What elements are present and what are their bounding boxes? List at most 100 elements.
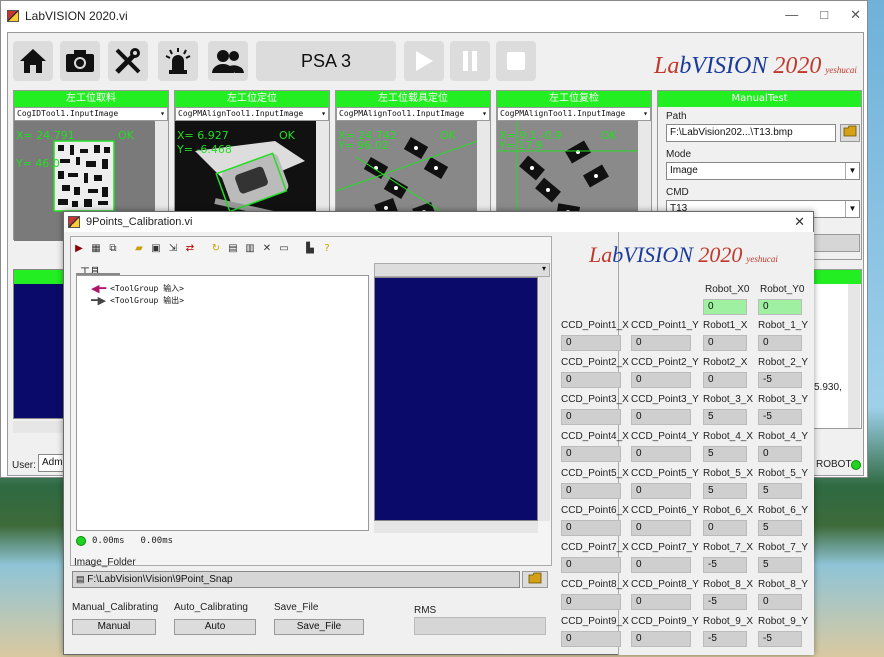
ccd-y-field[interactable]: 0: [631, 409, 691, 425]
robot-x-field[interactable]: -5: [703, 631, 747, 647]
robot-x0-field[interactable]: 0: [703, 299, 747, 315]
overlay-ok: OK: [601, 129, 617, 142]
alarm-button[interactable]: [158, 41, 198, 81]
ccd-x-field[interactable]: 0: [561, 483, 621, 499]
save-file-label: Save_File: [274, 602, 319, 613]
image-source-select[interactable]: CogPMAlignTool1.InputImage: [336, 107, 490, 121]
ccd-y-field[interactable]: 0: [631, 594, 691, 610]
pause-button[interactable]: [450, 41, 490, 81]
run-button[interactable]: [404, 41, 444, 81]
copy-icon[interactable]: ⧉: [106, 242, 120, 256]
ccd-y-field[interactable]: 0: [631, 557, 691, 573]
robot-y-field[interactable]: -5: [758, 372, 802, 388]
tools-button[interactable]: [108, 41, 148, 81]
image-source-select[interactable]: CogPMAlignTool1.InputImage: [497, 107, 651, 121]
ccd-y-field[interactable]: 0: [631, 631, 691, 647]
grid-icon[interactable]: ▦: [89, 242, 103, 256]
ccd-y-field[interactable]: 0: [631, 372, 691, 388]
ccd-x-label: CCD_Point8_X: [561, 579, 629, 590]
dialog-close-button[interactable]: ✕: [794, 214, 805, 230]
path-field[interactable]: F:\LabVision202...\T13.bmp: [666, 124, 836, 142]
logo-author: yeshucai: [746, 254, 778, 264]
display-icon[interactable]: ▥: [243, 242, 257, 256]
robot-x-field[interactable]: 0: [703, 372, 747, 388]
ccd-x-field[interactable]: 0: [561, 631, 621, 647]
robot-x-field[interactable]: 5: [703, 446, 747, 462]
image-display[interactable]: [374, 277, 538, 521]
camera-button[interactable]: [60, 41, 100, 81]
ccd-x-field[interactable]: 0: [561, 557, 621, 573]
mode-select[interactable]: Image ▼: [666, 162, 860, 180]
home-button[interactable]: [13, 41, 53, 81]
ccd-x-field[interactable]: 0: [561, 520, 621, 536]
wrench-icon[interactable]: ✕: [260, 242, 274, 256]
robot-x-field[interactable]: 5: [703, 483, 747, 499]
terminal-icon[interactable]: ▭: [277, 242, 291, 256]
ccd-x-label: CCD_Point3_X: [561, 394, 629, 405]
robot-x-field[interactable]: -5: [703, 557, 747, 573]
ccd-x-field[interactable]: 0: [561, 335, 621, 351]
image-source-select[interactable]: CogIDTool1.InputImage: [14, 107, 168, 121]
robot-y-field[interactable]: 5: [758, 557, 802, 573]
maximize-button[interactable]: □: [820, 7, 828, 23]
robot-y-field[interactable]: 5: [758, 520, 802, 536]
ccd-y-field[interactable]: 0: [631, 520, 691, 536]
robot-x-field[interactable]: 0: [703, 335, 747, 351]
stop-button[interactable]: [496, 41, 536, 81]
main-titlebar: LabVISION 2020.vi — □ ✕: [1, 1, 867, 31]
robot-x-label: Robot_7_X: [703, 542, 754, 553]
image-folder-field[interactable]: ▤ F:\LabVision\Vision\9Point_Snap: [72, 571, 520, 588]
export-icon[interactable]: ⇲: [166, 242, 180, 256]
robot-y0-field[interactable]: 0: [758, 299, 802, 315]
close-button[interactable]: ✕: [850, 7, 861, 23]
auto-button[interactable]: Auto: [174, 619, 256, 635]
run-icon[interactable]: ▶: [72, 242, 86, 256]
recipe-display[interactable]: PSA 3: [256, 41, 396, 81]
users-button[interactable]: [208, 41, 248, 81]
chevron-down-icon: ▼: [845, 201, 859, 217]
robot-x-label: Robot_9_X: [703, 616, 754, 627]
ccd-x-field[interactable]: 0: [561, 372, 621, 388]
display-horizontal-scrollbar[interactable]: [374, 521, 538, 533]
robot-x-field[interactable]: 5: [703, 409, 747, 425]
image-folder-value: F:\LabVision\Vision\9Point_Snap: [87, 574, 233, 585]
robot-x-field[interactable]: -5: [703, 594, 747, 610]
manual-button[interactable]: Manual: [72, 619, 156, 635]
ccd-x-field[interactable]: 0: [561, 446, 621, 462]
robot-y-field[interactable]: 0: [758, 446, 802, 462]
image-source-select[interactable]: CogPMAlignTool1.InputImage: [175, 107, 329, 121]
table-icon[interactable]: ▤: [226, 242, 240, 256]
tree-item-output[interactable]: ━▶ <ToolGroup 输出>: [91, 294, 184, 307]
ccd-y-field[interactable]: 0: [631, 446, 691, 462]
refresh-icon[interactable]: ↻: [209, 242, 223, 256]
open-icon[interactable]: ▰: [132, 242, 146, 256]
image-folder-browse-button[interactable]: [522, 571, 548, 588]
minimize-button[interactable]: —: [785, 7, 798, 23]
mode-label: Mode: [666, 149, 692, 160]
robot-y-field[interactable]: -5: [758, 409, 802, 425]
import-icon[interactable]: ⇄: [183, 242, 197, 256]
chart-icon[interactable]: ▙: [303, 242, 317, 256]
display-vertical-scrollbar[interactable]: [538, 277, 550, 521]
robot-x-label: Robot1_X: [703, 320, 748, 331]
save-icon[interactable]: ▣: [149, 242, 163, 256]
robot-y-field[interactable]: 5: [758, 483, 802, 499]
robot-y-field[interactable]: -5: [758, 631, 802, 647]
save-file-button[interactable]: Save_File: [274, 619, 364, 635]
ccd-y-field[interactable]: 0: [631, 335, 691, 351]
browse-folder-button[interactable]: [840, 124, 860, 142]
overlay-ok: OK: [118, 129, 134, 142]
ccd-y-label: CCD_Point9_Y: [631, 616, 699, 627]
vertical-scrollbar[interactable]: [848, 284, 860, 428]
camera-icon: [66, 50, 94, 72]
ccd-y-field[interactable]: 0: [631, 483, 691, 499]
robot-y-label: Robot_7_Y: [758, 542, 809, 553]
ccd-x-field[interactable]: 0: [561, 409, 621, 425]
robot-x-label: Robot2_X: [703, 357, 748, 368]
robot-y-field[interactable]: 0: [758, 335, 802, 351]
robot-x-field[interactable]: 0: [703, 520, 747, 536]
ccd-x-field[interactable]: 0: [561, 594, 621, 610]
display-selector[interactable]: ▾: [374, 263, 550, 277]
robot-y-field[interactable]: 0: [758, 594, 802, 610]
help-icon[interactable]: ?: [320, 242, 334, 256]
